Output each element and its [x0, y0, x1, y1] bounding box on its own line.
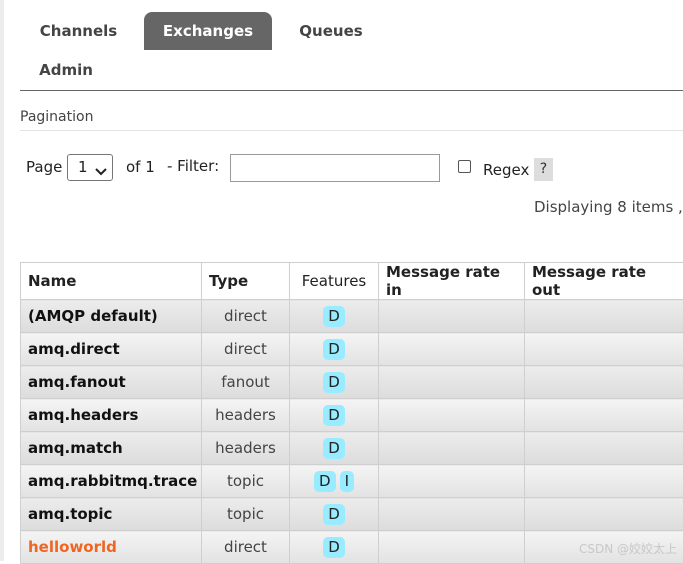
- table-row[interactable]: amq.headersheaders D: [21, 399, 683, 432]
- exchange-name-link[interactable]: helloworld: [21, 531, 202, 564]
- message-rate-in: [379, 531, 525, 564]
- pagination-heading[interactable]: Pagination: [20, 109, 93, 125]
- exchange-features: D: [290, 300, 379, 333]
- page-label: Page: [26, 158, 62, 176]
- exchange-features: D: [290, 366, 379, 399]
- column-header-features[interactable]: Features: [290, 263, 379, 300]
- exchange-features: D: [290, 399, 379, 432]
- exchanges-table: Name Type Features Message rate in Messa…: [20, 262, 683, 564]
- message-rate-in: [379, 366, 525, 399]
- feature-badge: D: [323, 372, 345, 393]
- table-row[interactable]: amq.fanoutfanout D: [21, 366, 683, 399]
- tab-queues[interactable]: Queues: [280, 12, 382, 50]
- exchange-type: headers: [202, 432, 290, 465]
- help-button[interactable]: ?: [534, 158, 553, 181]
- page-count-label: of 1: [126, 158, 155, 176]
- column-header-type[interactable]: Type: [202, 263, 290, 300]
- message-rate-in: [379, 432, 525, 465]
- exchange-type: direct: [202, 333, 290, 366]
- tab-channels[interactable]: Channels: [20, 12, 137, 50]
- exchange-features: D: [290, 498, 379, 531]
- message-rate-out: [525, 498, 683, 531]
- table-row[interactable]: amq.topictopic D: [21, 498, 683, 531]
- tab-bar: Channels Exchanges Queues Admin: [20, 12, 683, 92]
- exchange-features: D: [290, 333, 379, 366]
- column-header-name[interactable]: Name: [21, 263, 202, 300]
- message-rate-in: [379, 498, 525, 531]
- table-row[interactable]: (AMQP default)direct D: [21, 300, 683, 333]
- exchange-name-link[interactable]: (AMQP default): [21, 300, 202, 333]
- exchange-features: D: [290, 432, 379, 465]
- column-header-rate-in[interactable]: Message rate in: [379, 263, 525, 300]
- exchange-type: headers: [202, 399, 290, 432]
- message-rate-out: [525, 333, 683, 366]
- exchanges-table-body: (AMQP default)directDamq.directdirectDam…: [21, 300, 683, 564]
- exchange-features: D: [290, 531, 379, 564]
- tab-admin[interactable]: Admin: [20, 51, 112, 89]
- exchange-type: direct: [202, 300, 290, 333]
- feature-badge: I: [340, 471, 354, 492]
- column-header-rate-out[interactable]: Message rate out: [525, 263, 683, 300]
- exchange-type: topic: [202, 498, 290, 531]
- feature-badge: D: [323, 306, 345, 327]
- table-row[interactable]: amq.rabbitmq.tracetopicDI: [21, 465, 683, 498]
- displaying-count: Displaying 8 items ,: [534, 198, 683, 216]
- feature-badge: D: [323, 537, 345, 558]
- exchange-name-link[interactable]: amq.match: [21, 432, 202, 465]
- table-row[interactable]: amq.directdirect D: [21, 333, 683, 366]
- message-rate-out: [525, 432, 683, 465]
- exchange-type: direct: [202, 531, 290, 564]
- table-row[interactable]: amq.matchheaders D: [21, 432, 683, 465]
- pagination-divider: [20, 130, 683, 131]
- chevron-down-icon: [95, 162, 107, 181]
- watermark: CSDN @姣姣太上: [579, 540, 677, 557]
- message-rate-in: [379, 465, 525, 498]
- feature-badge: D: [314, 471, 336, 492]
- feature-badge: D: [323, 339, 345, 360]
- message-rate-in: [379, 333, 525, 366]
- exchange-name-link[interactable]: amq.direct: [21, 333, 202, 366]
- filter-label: - Filter:: [167, 157, 219, 175]
- table-header-row: Name Type Features Message rate in Messa…: [21, 263, 683, 300]
- message-rate-out: [525, 465, 683, 498]
- exchange-name-link[interactable]: amq.headers: [21, 399, 202, 432]
- page-select-value: 1: [78, 158, 88, 176]
- message-rate-in: [379, 300, 525, 333]
- page-select[interactable]: 1: [67, 154, 113, 181]
- exchange-type: topic: [202, 465, 290, 498]
- regex-checkbox[interactable]: [458, 160, 471, 173]
- tab-exchanges[interactable]: Exchanges: [144, 12, 272, 50]
- exchange-name-link[interactable]: amq.rabbitmq.trace: [21, 465, 202, 498]
- tab-divider: [20, 90, 683, 91]
- exchange-features: DI: [290, 465, 379, 498]
- filter-input[interactable]: [230, 154, 440, 182]
- exchange-name-link[interactable]: amq.topic: [21, 498, 202, 531]
- message-rate-out: [525, 399, 683, 432]
- exchange-name-link[interactable]: amq.fanout: [21, 366, 202, 399]
- left-edge: [0, 0, 4, 561]
- message-rate-in: [379, 399, 525, 432]
- feature-badge: D: [323, 438, 345, 459]
- message-rate-out: [525, 366, 683, 399]
- feature-badge: D: [323, 504, 345, 525]
- regex-label: Regex: [483, 161, 529, 179]
- message-rate-out: [525, 300, 683, 333]
- feature-badge: D: [323, 405, 345, 426]
- exchange-type: fanout: [202, 366, 290, 399]
